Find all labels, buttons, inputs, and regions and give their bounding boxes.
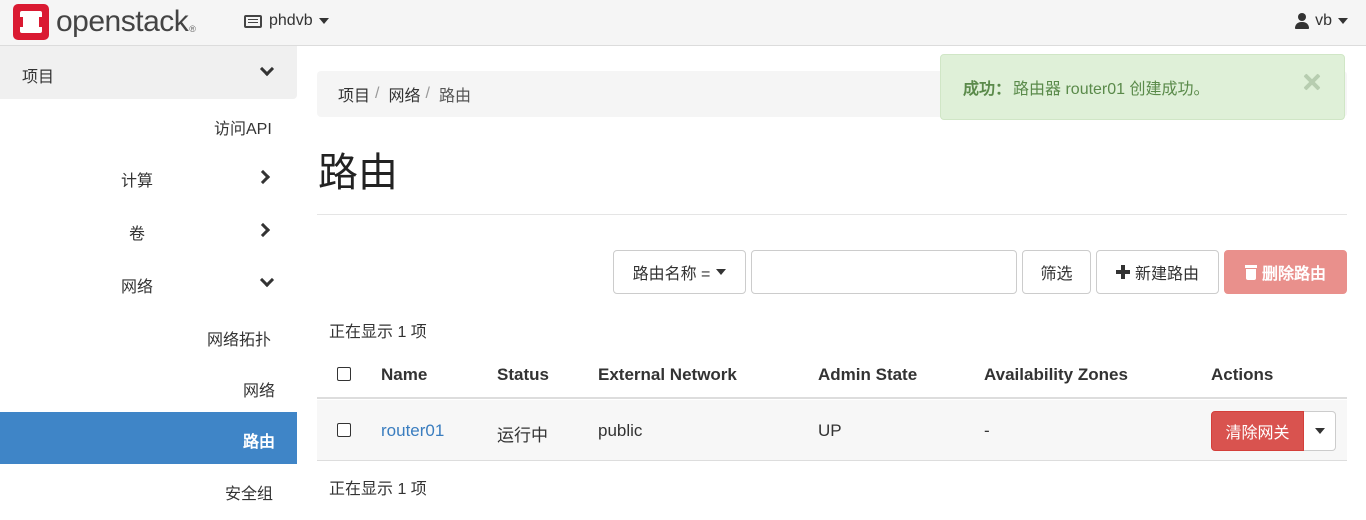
sidebar-item-project[interactable]: 项目 [0,46,297,99]
table-row: router01 运行中 public UP - [317,400,1347,461]
create-router-button[interactable]: 新建路由 [1096,250,1219,294]
sidebar-item-label: 网络 [121,279,154,296]
column-header-availability-zones[interactable]: Availability Zones [984,365,1128,385]
sidebar-item-networks[interactable]: 网络 [0,361,297,413]
column-header-external-network[interactable]: External Network [598,365,737,385]
alert-prefix: 成功： [963,81,1012,98]
column-header-actions: Actions [1211,365,1274,384]
success-alert: 成功： 路由器 router01 创建成功。 [940,54,1345,120]
sidebar-item-volumes[interactable]: 卷 [0,204,297,256]
table-header: Name Status External Network Admin State… [317,349,1347,399]
sidebar-item-label: 路由 [243,434,276,451]
plus-icon [1115,265,1130,279]
column-header-name[interactable]: Name [381,365,427,385]
column-header-admin-state[interactable]: Admin State [818,365,917,385]
caret-down-icon [716,269,727,275]
create-router-label: 新建路由 [1134,266,1199,283]
user-menu[interactable]: vb [1295,8,1348,34]
sidebar-item-routers[interactable]: 路由 [0,412,297,464]
select-all-checkbox[interactable] [337,367,351,381]
sidebar-item-label: 安全组 [225,486,274,503]
sidebar-item-label: 项目 [22,69,55,86]
clear-gateway-button[interactable]: 清除网关 [1211,411,1304,451]
filter-field-label: 路由名称 = [632,266,711,283]
breadcrumb-item[interactable]: 网络 [388,82,420,106]
breadcrumb-item-current: 路由 [438,88,471,105]
filter-field-dropdown[interactable]: 路由名称 = [613,250,746,294]
user-name: vb [1315,12,1332,29]
chevron-right-icon [255,222,271,238]
top-navbar: openstack ® phdvb vb [0,0,1366,46]
caret-down-icon [318,18,329,24]
router-availability-zones: - [984,421,990,440]
item-count: 正在显示 1 项 [329,324,427,341]
project-icon [244,14,262,28]
item-count-footer: 正在显示 1 项 [329,481,427,498]
close-icon[interactable] [1302,72,1322,92]
sidebar-item-compute[interactable]: 计算 [0,151,297,203]
delete-routers-label: 删除路由 [1261,266,1326,283]
page-title: 路由 [318,151,398,195]
router-external-network: public [598,421,643,440]
sidebar-item-access-api[interactable]: 访问API [0,99,297,151]
delete-routers-button[interactable]: 删除路由 [1224,250,1347,294]
sidebar-item-label: 访问API [214,121,272,138]
row-checkbox[interactable] [337,423,351,437]
chevron-down-icon [259,272,275,288]
trash-icon [1244,264,1257,280]
openstack-logo-icon [12,3,50,41]
sidebar-item-security-groups[interactable]: 安全组 [0,464,297,516]
caret-down-icon [1338,18,1348,24]
row-actions-dropdown-toggle[interactable] [1304,411,1336,451]
brand-registered-mark: ® [189,24,196,34]
sidebar-item-network[interactable]: 网络 [0,257,297,309]
sidebar-item-network-topology[interactable]: 网络拓扑 [0,310,297,362]
project-switcher[interactable]: phdvb [244,8,329,34]
sidebar-item-label: 卷 [129,226,146,243]
sidebar-item-label: 网络 [243,383,276,400]
project-name: phdvb [269,12,313,29]
router-name-link[interactable]: router01 [381,421,444,441]
sidebar-item-label: 网络拓扑 [207,332,272,349]
router-admin-state: UP [818,421,842,440]
breadcrumb-item[interactable]: 项目 [338,82,370,106]
filter-input[interactable] [751,250,1017,294]
sidebar: 项目 访问API 计算 卷 网络 网络拓扑 网络 路由 安全组 [0,46,297,520]
divider [317,214,1347,215]
openstack-logo[interactable]: openstack ® [12,2,196,42]
breadcrumb-separator: / [375,85,380,102]
sidebar-item-label: 计算 [121,173,154,190]
chevron-down-icon [259,61,275,77]
column-header-status[interactable]: Status [497,365,549,385]
router-status: 运行中 [497,426,548,445]
filter-button[interactable]: 筛选 [1022,250,1091,294]
caret-down-icon [1314,428,1325,434]
alert-message: 路由器 router01 创建成功。 [1013,81,1210,98]
row-action-group: 清除网关 [1211,411,1336,451]
breadcrumb-separator: / [425,85,430,102]
brand-name: openstack [56,5,189,38]
chevron-right-icon [255,169,271,185]
user-icon [1295,13,1310,29]
